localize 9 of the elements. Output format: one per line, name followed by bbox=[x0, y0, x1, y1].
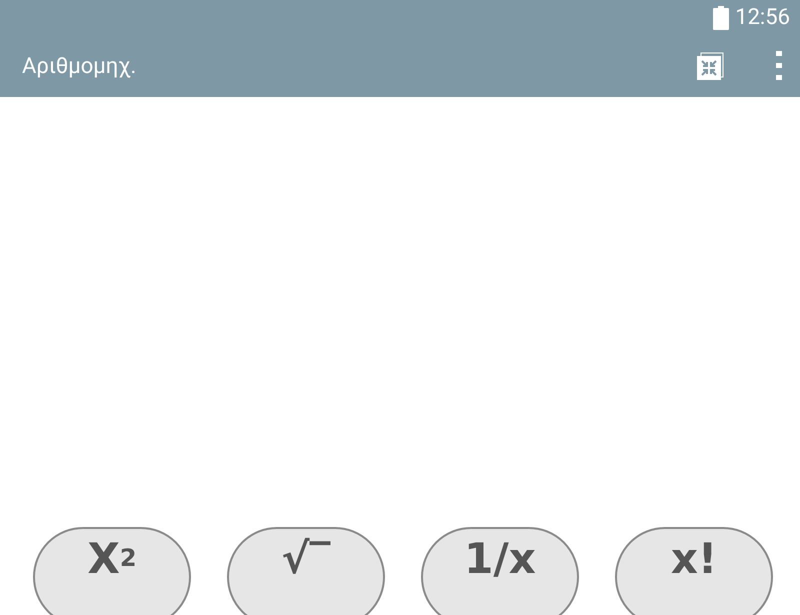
status-time: 12:56 bbox=[735, 5, 790, 30]
calculator-key[interactable]: √‾ bbox=[227, 527, 385, 615]
calculator-key[interactable]: 1/x bbox=[421, 527, 579, 615]
minimize-window-icon[interactable] bbox=[695, 51, 725, 81]
battery-icon bbox=[713, 6, 730, 30]
app-title: Αριθμομηχ. bbox=[22, 54, 138, 78]
calculator-key[interactable]: X$^{2}$ bbox=[33, 527, 191, 615]
calculator-key[interactable]: x! bbox=[615, 527, 773, 615]
more-options-icon[interactable] bbox=[775, 51, 783, 81]
